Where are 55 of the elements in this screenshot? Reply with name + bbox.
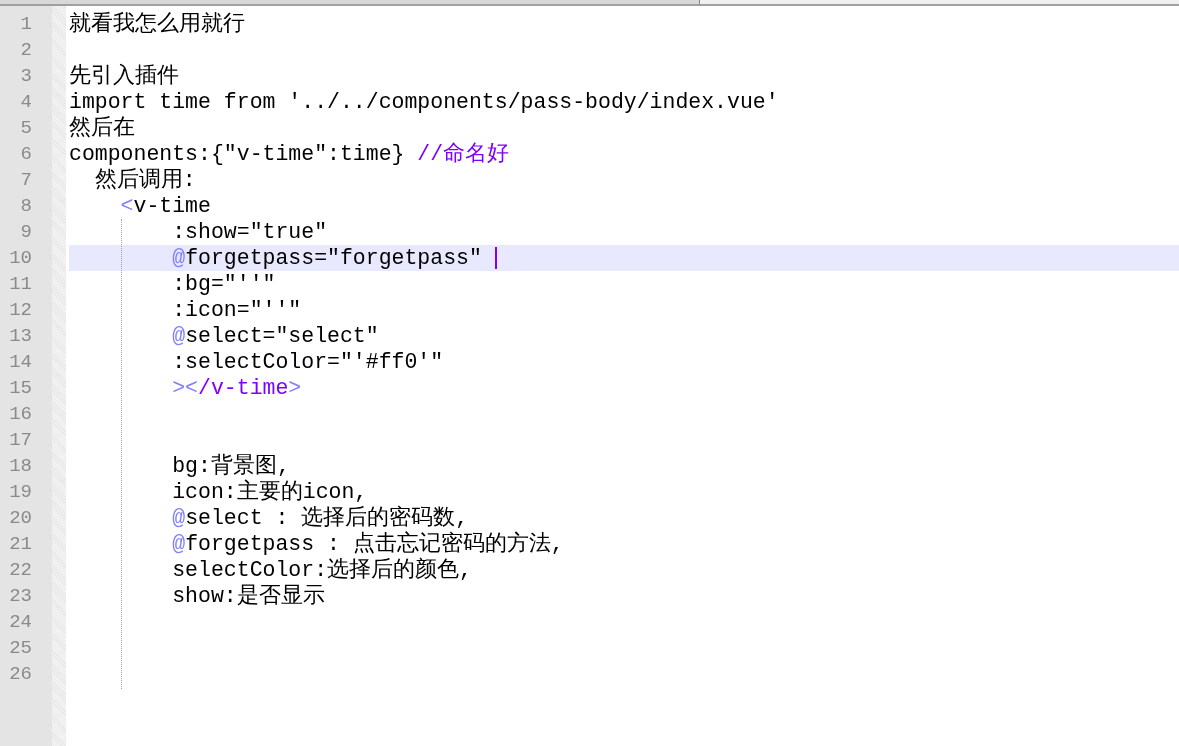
line-number: 11 <box>9 273 32 295</box>
line-number: 12 <box>9 299 32 321</box>
text-cursor <box>494 247 497 269</box>
code-text: 然后在 <box>69 115 135 141</box>
line-number: 15 <box>9 377 32 399</box>
line-number: 14 <box>9 351 32 373</box>
line-number: 23 <box>9 585 32 607</box>
line-number: 1 <box>20 13 32 35</box>
code-symbol: @ <box>172 505 186 531</box>
code-text: v-time <box>133 193 211 219</box>
code-symbol: < <box>120 193 134 219</box>
line-number: 20 <box>9 507 32 529</box>
code-symbol: @ <box>172 245 186 271</box>
code-text: forgetpass="forgetpass" <box>185 245 483 271</box>
line-number: 5 <box>20 117 32 139</box>
code-text: bg:背景图, <box>172 453 290 479</box>
code-text: import time from '../../components/pass-body/index.vue' <box>69 89 779 115</box>
code-text: :bg="''" <box>172 271 276 297</box>
line-number: 4 <box>20 91 32 113</box>
code-text: forgetpass : 点击忘记密码的方法, <box>185 531 564 557</box>
code-symbol: @ <box>172 531 186 557</box>
line-number: 2 <box>20 39 32 61</box>
code-text: :selectColor="'#ff0'" <box>172 349 444 375</box>
code-text: :show="true" <box>172 219 328 245</box>
line-number: 25 <box>9 637 32 659</box>
line-number: 3 <box>20 65 32 87</box>
code-text: components:{"v-time":time} <box>69 141 406 167</box>
line-number: 6 <box>20 143 32 165</box>
line-number: 26 <box>9 663 32 685</box>
line-number: 18 <box>9 455 32 477</box>
code-text: :icon="''" <box>172 297 302 323</box>
code-symbol: > <box>288 375 302 401</box>
code-text: icon:主要的icon, <box>172 479 368 505</box>
line-number: 24 <box>9 611 32 633</box>
code-symbol: >< <box>172 375 199 401</box>
line-number: 9 <box>20 221 32 243</box>
code-text: 然后调用: <box>94 167 196 193</box>
line-number: 10 <box>9 247 32 269</box>
line-number: 21 <box>9 533 32 555</box>
code-text: selectColor:选择后的颜色, <box>172 557 472 583</box>
code-text: 就看我怎么用就行 <box>69 11 245 37</box>
line-number: 13 <box>9 325 32 347</box>
line-number: 7 <box>20 169 32 191</box>
code-text: select : 选择后的密码数, <box>185 505 469 531</box>
line-number: 17 <box>9 429 32 451</box>
line-number: 22 <box>9 559 32 581</box>
code-symbol: /v-time <box>198 375 289 401</box>
code-comment: //命名好 <box>417 141 510 167</box>
line-number: 8 <box>20 195 32 217</box>
code-text: show:是否显示 <box>172 583 325 609</box>
line-number: 16 <box>9 403 32 425</box>
line-number: 19 <box>9 481 32 503</box>
code-symbol: @ <box>172 323 186 349</box>
code-text: 先引入插件 <box>69 63 179 89</box>
code-text: select="select" <box>185 323 379 349</box>
